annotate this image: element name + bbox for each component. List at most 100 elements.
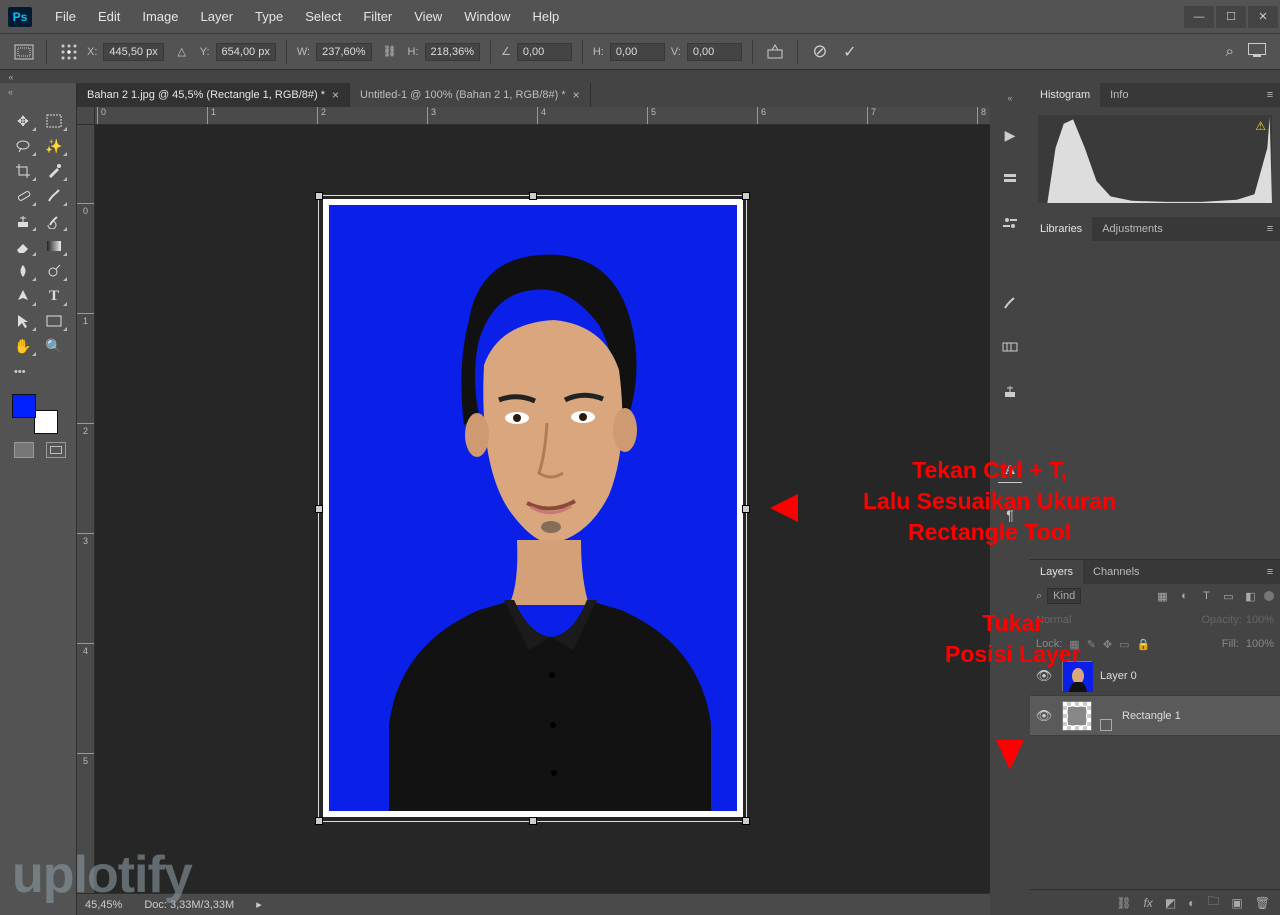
filter-smart-icon[interactable]: ◧	[1242, 590, 1259, 603]
link-icon[interactable]: ⛓	[378, 40, 402, 64]
opacity-value[interactable]: 100%	[1246, 614, 1274, 626]
window-minimize[interactable]: ―	[1184, 6, 1214, 28]
doc-tab-2-close-icon[interactable]: ×	[573, 88, 580, 102]
commit-transform-icon[interactable]: ✓	[838, 40, 862, 64]
move-tool[interactable]: ✥	[8, 109, 38, 133]
tab-adjustments[interactable]: Adjustments	[1092, 217, 1173, 241]
handle-bottom-left[interactable]	[315, 817, 323, 825]
x-value[interactable]: 445,50 px	[103, 43, 163, 61]
clone-tool[interactable]	[8, 209, 38, 233]
brush-tool[interactable]	[39, 184, 69, 208]
histogram-menu-icon[interactable]: ≡	[1260, 89, 1280, 101]
gradient-tool[interactable]	[39, 234, 69, 258]
cancel-transform-icon[interactable]: ⊘	[808, 40, 832, 64]
more-tools-icon[interactable]: •••	[0, 360, 76, 384]
handle-mid-right[interactable]	[742, 505, 750, 513]
rectangle-tool[interactable]	[39, 309, 69, 333]
eraser-tool[interactable]	[8, 234, 38, 258]
actions-icon[interactable]: ▶	[998, 123, 1022, 147]
crop-tool[interactable]	[8, 159, 38, 183]
y-value[interactable]: 654,00 px	[216, 43, 276, 61]
filter-search-icon[interactable]: ⌕	[1036, 590, 1042, 603]
status-chevron-icon[interactable]: ▸	[256, 898, 262, 911]
swatches-icon[interactable]	[998, 335, 1022, 359]
menu-filter[interactable]: Filter	[352, 0, 403, 33]
pen-tool[interactable]	[8, 284, 38, 308]
window-close[interactable]: ✕	[1248, 6, 1278, 28]
menu-file[interactable]: File	[44, 0, 87, 33]
filter-pixel-icon[interactable]: ▦	[1154, 590, 1171, 603]
layers-menu-icon[interactable]: ≡	[1260, 566, 1280, 578]
history-brush-tool[interactable]	[39, 209, 69, 233]
tab-channels[interactable]: Channels	[1083, 560, 1149, 584]
doc-tab-2[interactable]: Untitled-1 @ 100% (Bahan 2 1, RGB/8#) * …	[350, 83, 591, 107]
ruler-origin[interactable]	[77, 107, 95, 125]
magic-wand-tool[interactable]: ✨	[39, 134, 69, 158]
document-canvas[interactable]	[323, 199, 743, 817]
search-icon[interactable]: ⌕	[1226, 43, 1234, 60]
fill-value[interactable]: 100%	[1246, 638, 1274, 650]
tab-info[interactable]: Info	[1100, 83, 1138, 107]
dodge-tool[interactable]	[39, 259, 69, 283]
layer-name[interactable]: Rectangle 1	[1122, 710, 1181, 722]
doc-tab-1[interactable]: Bahan 2 1.jpg @ 45,5% (Rectangle 1, RGB/…	[77, 83, 350, 107]
lock-paint-icon[interactable]: ✎	[1087, 638, 1096, 651]
filter-shape-icon[interactable]: ▭	[1220, 590, 1237, 603]
healing-tool[interactable]	[8, 184, 38, 208]
delta-icon[interactable]: △	[170, 40, 194, 64]
menu-help[interactable]: Help	[521, 0, 570, 33]
delete-icon[interactable]: 🗑	[1255, 896, 1270, 910]
quickmask-mode-icon[interactable]	[46, 442, 66, 458]
fx-icon[interactable]: fx	[1143, 896, 1152, 910]
layer-thumb[interactable]	[1062, 701, 1092, 731]
menu-type[interactable]: Type	[244, 0, 294, 33]
lock-all-icon[interactable]: 🔒	[1137, 638, 1151, 651]
rect-marquee-tool[interactable]	[39, 109, 69, 133]
path-select-tool[interactable]	[8, 309, 38, 333]
libraries-menu-icon[interactable]: ≡	[1260, 223, 1280, 235]
brushes-icon[interactable]	[998, 291, 1022, 315]
blur-tool[interactable]	[8, 259, 38, 283]
menu-edit[interactable]: Edit	[87, 0, 131, 33]
doc-tab-1-close-icon[interactable]: ×	[332, 88, 339, 102]
handle-top-right[interactable]	[742, 192, 750, 200]
ruler-horizontal[interactable]: 0 1 2 3 4 5 6 7 8	[95, 107, 990, 125]
color-swatches[interactable]	[12, 394, 58, 434]
standard-mode-icon[interactable]	[14, 442, 34, 458]
link-layers-icon[interactable]: ⛓	[1116, 896, 1131, 910]
hand-tool[interactable]: ✋	[8, 334, 38, 358]
collapse-left-icon[interactable]: «	[0, 70, 22, 83]
new-layer-icon[interactable]: ▣	[1231, 896, 1242, 910]
tab-libraries[interactable]: Libraries	[1030, 217, 1092, 241]
menu-select[interactable]: Select	[294, 0, 352, 33]
bg-color[interactable]	[34, 410, 58, 434]
menu-image[interactable]: Image	[131, 0, 189, 33]
group-icon[interactable]: 🗀	[1207, 892, 1219, 913]
layer-name[interactable]: Layer 0	[1100, 670, 1137, 682]
ref-point-icon[interactable]	[57, 40, 81, 64]
vector-mask-icon[interactable]	[1100, 701, 1114, 731]
ruler-vertical[interactable]: 0 1 2 3 4 5	[77, 125, 95, 893]
lock-pos-icon[interactable]: ✥	[1103, 638, 1112, 651]
adjustment-icon[interactable]: ◐	[1188, 896, 1195, 910]
skew-h-value[interactable]: 0,00	[610, 43, 665, 61]
angle-value[interactable]: 0,00	[517, 43, 572, 61]
lock-nest-icon[interactable]: ▭	[1119, 638, 1129, 651]
filter-adjust-icon[interactable]: ◐	[1176, 590, 1193, 602]
type-tool[interactable]: T	[39, 284, 69, 308]
menu-layer[interactable]: Layer	[190, 0, 245, 33]
handle-bottom-right[interactable]	[742, 817, 750, 825]
layer-row-1[interactable]: 👁 Rectangle 1	[1030, 696, 1280, 736]
filter-toggle[interactable]	[1264, 591, 1274, 601]
handle-mid-left[interactable]	[315, 505, 323, 513]
tab-layers[interactable]: Layers	[1030, 560, 1083, 584]
handle-top-left[interactable]	[315, 192, 323, 200]
visibility-toggle[interactable]: 👁	[1034, 708, 1054, 724]
interpolation-icon[interactable]	[763, 40, 787, 64]
h-value[interactable]: 218,36%	[425, 43, 480, 61]
eyedropper-tool[interactable]	[39, 159, 69, 183]
tab-histogram[interactable]: Histogram	[1030, 83, 1100, 107]
w-value[interactable]: 237,60%	[316, 43, 371, 61]
fg-color[interactable]	[12, 394, 36, 418]
filter-type-icon[interactable]: T	[1198, 590, 1215, 602]
